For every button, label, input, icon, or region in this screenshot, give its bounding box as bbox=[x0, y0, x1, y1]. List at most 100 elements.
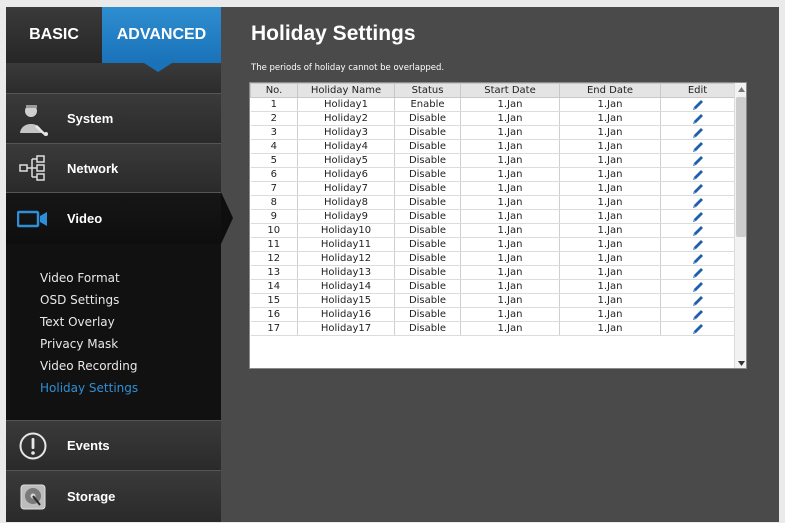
table-header-row: No. Holiday Name Status Start Date End D… bbox=[250, 83, 735, 98]
scrollbar-thumb[interactable] bbox=[736, 97, 746, 237]
edit-button[interactable] bbox=[660, 209, 735, 224]
cell-end-date: 1.Jan bbox=[559, 153, 661, 168]
pencil-icon bbox=[661, 267, 734, 279]
cell-no: 4 bbox=[250, 139, 298, 154]
pencil-icon bbox=[661, 169, 734, 181]
cell-start-date: 1.Jan bbox=[460, 195, 560, 210]
active-tab-pointer bbox=[144, 63, 172, 72]
cell-end-date: 1.Jan bbox=[559, 195, 661, 210]
active-menu-pointer bbox=[221, 192, 233, 244]
edit-button[interactable] bbox=[660, 307, 735, 322]
edit-button[interactable] bbox=[660, 111, 735, 126]
scroll-up-arrow-icon[interactable] bbox=[735, 83, 746, 95]
cell-holiday-name: Holiday14 bbox=[297, 279, 395, 294]
table-row[interactable]: 2 Holiday2 Disable 1.Jan 1.Jan bbox=[250, 111, 735, 126]
cell-no: 2 bbox=[250, 111, 298, 126]
edit-button[interactable] bbox=[660, 97, 735, 112]
pencil-icon bbox=[661, 225, 734, 237]
cell-holiday-name: Holiday2 bbox=[297, 111, 395, 126]
cell-start-date: 1.Jan bbox=[460, 237, 560, 252]
cell-end-date: 1.Jan bbox=[559, 321, 661, 336]
edit-button[interactable] bbox=[660, 237, 735, 252]
cell-status: Disable bbox=[394, 279, 461, 294]
edit-button[interactable] bbox=[660, 195, 735, 210]
table-row[interactable]: 7 Holiday7 Disable 1.Jan 1.Jan bbox=[250, 181, 735, 196]
pencil-icon bbox=[661, 183, 734, 195]
menu-item-storage[interactable]: Storage bbox=[6, 470, 221, 522]
edit-button[interactable] bbox=[660, 279, 735, 294]
cell-holiday-name: Holiday13 bbox=[297, 265, 395, 280]
exclamation-circle-icon bbox=[13, 426, 53, 466]
edit-button[interactable] bbox=[660, 139, 735, 154]
edit-button[interactable] bbox=[660, 223, 735, 238]
edit-button[interactable] bbox=[660, 293, 735, 308]
mode-tabs: BASIC ADVANCED bbox=[6, 7, 221, 63]
table-row[interactable]: 3 Holiday3 Disable 1.Jan 1.Jan bbox=[250, 125, 735, 140]
cell-end-date: 1.Jan bbox=[559, 125, 661, 140]
table-row[interactable]: 9 Holiday9 Disable 1.Jan 1.Jan bbox=[250, 209, 735, 224]
pencil-icon bbox=[661, 323, 734, 335]
table-row[interactable]: 17 Holiday17 Disable 1.Jan 1.Jan bbox=[250, 321, 735, 336]
menu-item-system[interactable]: System bbox=[6, 93, 221, 143]
menu-item-video[interactable]: Video bbox=[6, 192, 221, 244]
submenu-video-recording[interactable]: Video Recording bbox=[6, 355, 221, 377]
table-row[interactable]: 15 Holiday15 Disable 1.Jan 1.Jan bbox=[250, 293, 735, 308]
menu-item-events[interactable]: Events bbox=[6, 420, 221, 470]
edit-button[interactable] bbox=[660, 181, 735, 196]
edit-button[interactable] bbox=[660, 125, 735, 140]
menu-label-network: Network bbox=[67, 160, 119, 176]
cell-holiday-name: Holiday16 bbox=[297, 307, 395, 322]
pencil-icon bbox=[661, 211, 734, 223]
cell-end-date: 1.Jan bbox=[559, 97, 661, 112]
cell-start-date: 1.Jan bbox=[460, 125, 560, 140]
table-row[interactable]: 12 Holiday12 Disable 1.Jan 1.Jan bbox=[250, 251, 735, 266]
table-row[interactable]: 11 Holiday11 Disable 1.Jan 1.Jan bbox=[250, 237, 735, 252]
table-row[interactable]: 10 Holiday10 Disable 1.Jan 1.Jan bbox=[250, 223, 735, 238]
main-panel: Holiday Settings The periods of holiday … bbox=[221, 7, 779, 522]
holiday-table-container[interactable]: No. Holiday Name Status Start Date End D… bbox=[249, 82, 747, 369]
submenu-video-format[interactable]: Video Format bbox=[6, 267, 221, 289]
cell-start-date: 1.Jan bbox=[460, 153, 560, 168]
edit-button[interactable] bbox=[660, 251, 735, 266]
submenu-text-overlay[interactable]: Text Overlay bbox=[6, 311, 221, 333]
menu-item-network[interactable]: Network bbox=[6, 143, 221, 192]
menu-label-storage: Storage bbox=[67, 489, 116, 504]
edit-button[interactable] bbox=[660, 167, 735, 182]
submenu-holiday-settings[interactable]: Holiday Settings bbox=[6, 377, 221, 399]
cell-end-date: 1.Jan bbox=[559, 111, 661, 126]
edit-button[interactable] bbox=[660, 153, 735, 168]
pencil-icon bbox=[661, 99, 734, 111]
table-row[interactable]: 14 Holiday14 Disable 1.Jan 1.Jan bbox=[250, 279, 735, 294]
cell-status: Disable bbox=[394, 251, 461, 266]
cell-start-date: 1.Jan bbox=[460, 181, 560, 196]
table-row[interactable]: 8 Holiday8 Disable 1.Jan 1.Jan bbox=[250, 195, 735, 210]
cell-status: Disable bbox=[394, 265, 461, 280]
table-row[interactable]: 6 Holiday6 Disable 1.Jan 1.Jan bbox=[250, 167, 735, 182]
edit-button[interactable] bbox=[660, 321, 735, 336]
cell-start-date: 1.Jan bbox=[460, 167, 560, 182]
submenu-osd-settings[interactable]: OSD Settings bbox=[6, 289, 221, 311]
cell-start-date: 1.Jan bbox=[460, 321, 560, 336]
cell-end-date: 1.Jan bbox=[559, 209, 661, 224]
edit-button[interactable] bbox=[660, 265, 735, 280]
table-row[interactable]: 4 Holiday4 Disable 1.Jan 1.Jan bbox=[250, 139, 735, 154]
cell-end-date: 1.Jan bbox=[559, 251, 661, 266]
submenu-privacy-mask[interactable]: Privacy Mask bbox=[6, 333, 221, 355]
cell-status: Disable bbox=[394, 111, 461, 126]
cell-status: Disable bbox=[394, 293, 461, 308]
table-row[interactable]: 1 Holiday1 Enable 1.Jan 1.Jan bbox=[250, 97, 735, 112]
tab-advanced[interactable]: ADVANCED bbox=[102, 7, 221, 63]
cell-holiday-name: Holiday11 bbox=[297, 237, 395, 252]
cell-no: 12 bbox=[250, 251, 298, 266]
tab-basic[interactable]: BASIC bbox=[6, 7, 102, 63]
cell-status: Enable bbox=[394, 97, 461, 112]
table-row[interactable]: 5 Holiday5 Disable 1.Jan 1.Jan bbox=[250, 153, 735, 168]
table-row[interactable]: 16 Holiday16 Disable 1.Jan 1.Jan bbox=[250, 307, 735, 322]
video-camera-icon bbox=[13, 199, 53, 239]
table-scrollbar[interactable] bbox=[734, 83, 746, 368]
pencil-icon bbox=[661, 197, 734, 209]
cell-end-date: 1.Jan bbox=[559, 279, 661, 294]
cell-no: 14 bbox=[250, 279, 298, 294]
scroll-down-arrow-icon[interactable] bbox=[735, 357, 746, 368]
table-row[interactable]: 13 Holiday13 Disable 1.Jan 1.Jan bbox=[250, 265, 735, 280]
